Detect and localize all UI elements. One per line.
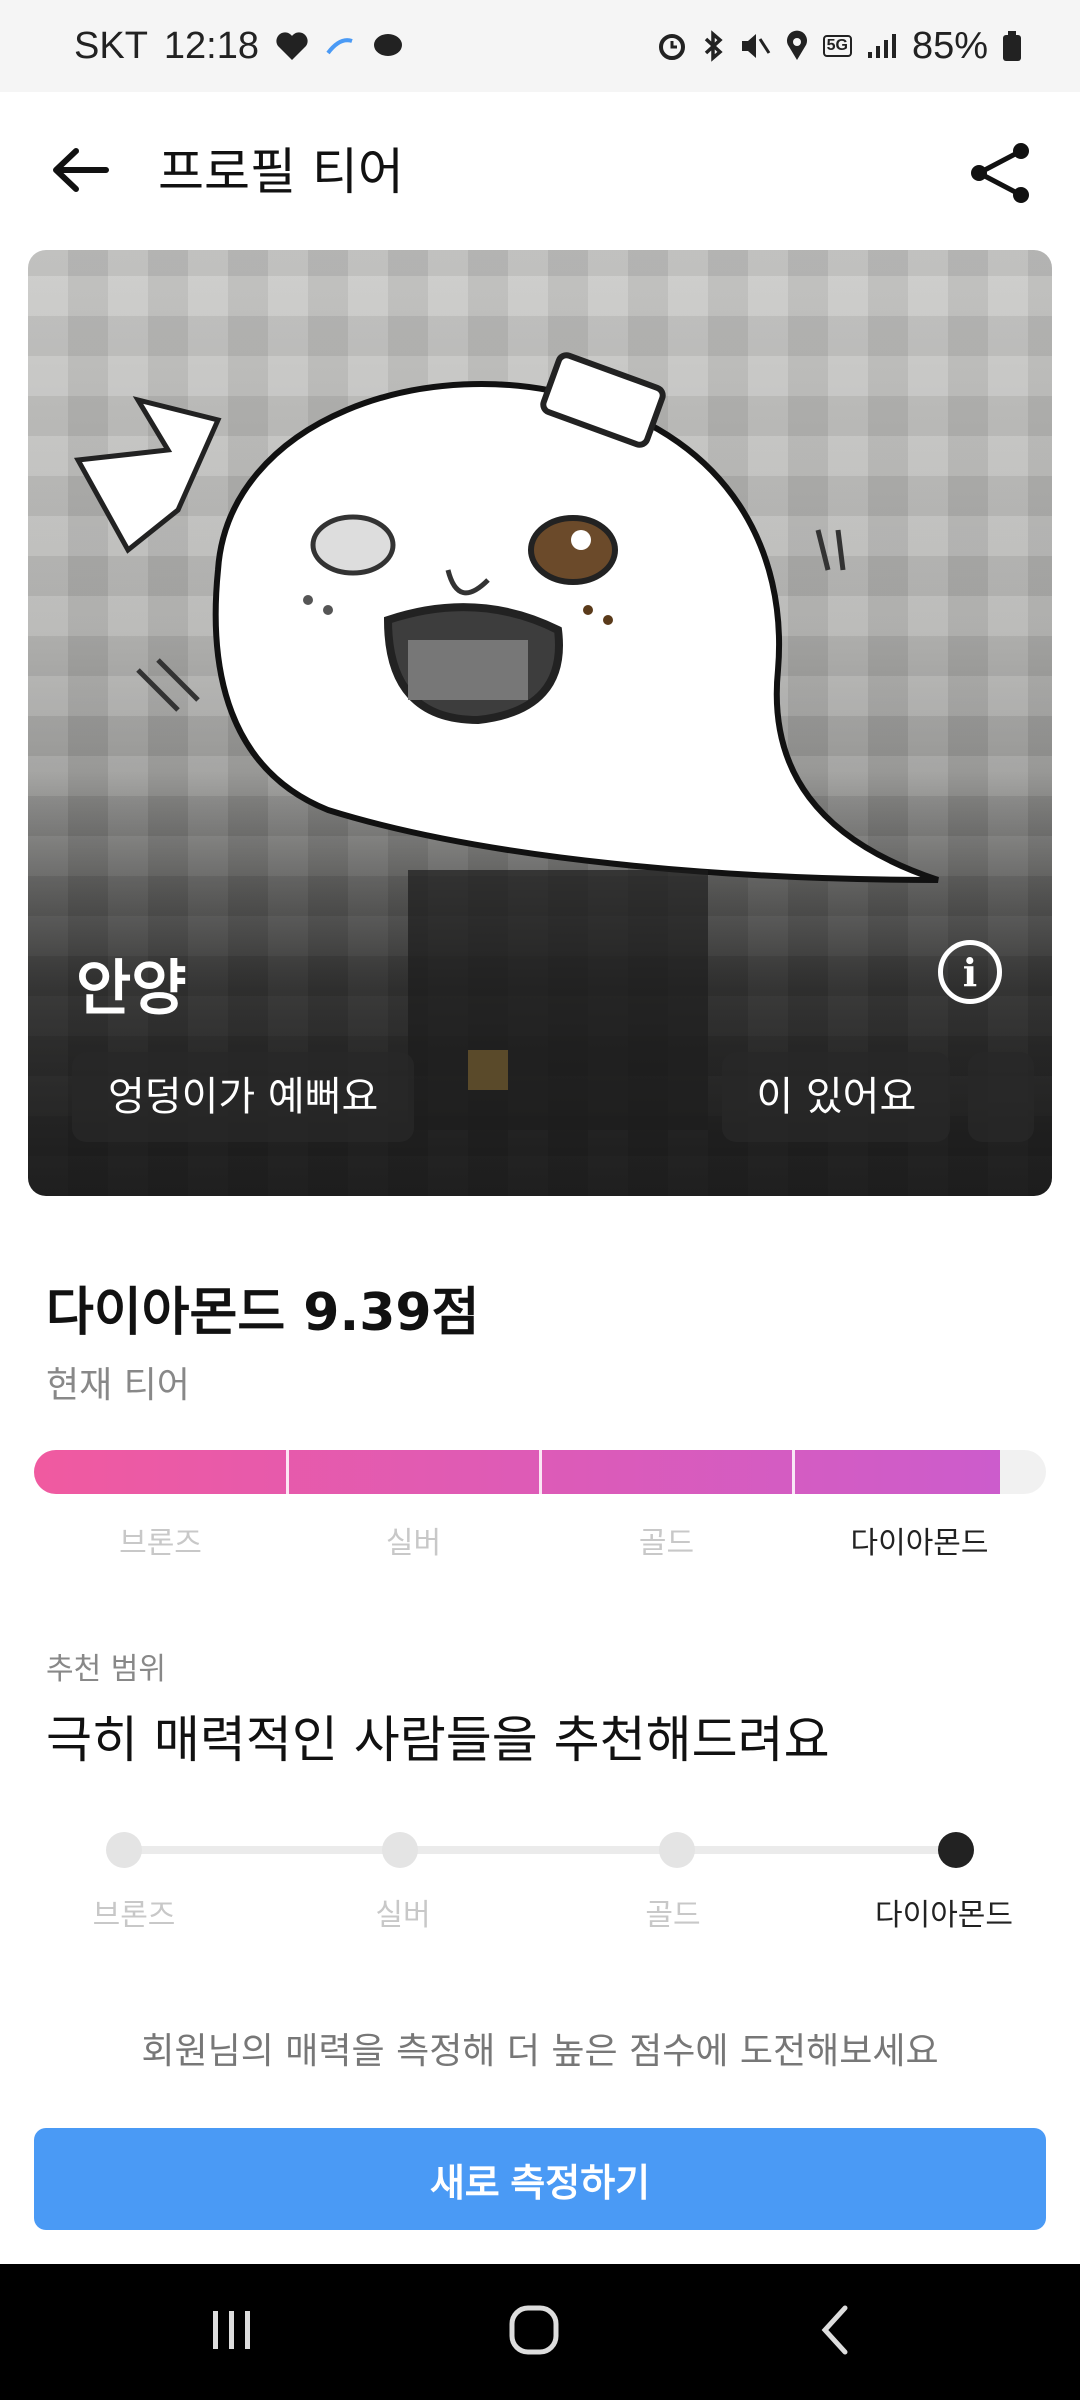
tier-level-label: 골드 bbox=[638, 1526, 695, 1561]
measure-again-button[interactable]: 새로 측정하기 bbox=[34, 2128, 1046, 2230]
tier-level-label: 실버 bbox=[385, 1526, 442, 1561]
network-badge: 5G bbox=[822, 35, 852, 57]
tier-level-label: 다이아몬드 bbox=[850, 1526, 989, 1561]
status-bar: SKT 12:18 5G 85% bbox=[0, 0, 1080, 92]
page-title: 프로필 티어 bbox=[158, 143, 404, 201]
range-step-label: 다이아몬드 bbox=[875, 1898, 1013, 1933]
notification-icon bbox=[325, 33, 355, 59]
tag-chip: 이 있어요 bbox=[722, 1052, 951, 1142]
range-step-dot[interactable] bbox=[106, 1832, 142, 1868]
clock-time: 12:18 bbox=[163, 24, 259, 67]
nav-back-icon bbox=[811, 2300, 861, 2364]
tag-chip: 엉덩이가 예뻐요 bbox=[72, 1052, 415, 1142]
arrow-left-icon bbox=[50, 145, 110, 199]
tier-progress-bar bbox=[34, 1450, 1046, 1494]
share-button[interactable] bbox=[958, 132, 1044, 218]
info-button[interactable]: i bbox=[938, 940, 1002, 1004]
tier-divider bbox=[792, 1450, 795, 1494]
recommend-range-label: 추천 범위 bbox=[46, 1652, 166, 1687]
signal-icon bbox=[866, 32, 898, 60]
range-step-label: 골드 bbox=[645, 1898, 701, 1933]
share-icon bbox=[969, 141, 1033, 209]
challenge-text: 회원님의 매력을 측정해 더 높은 점수에 도전해보세요 bbox=[141, 2031, 939, 2072]
bluetooth-icon bbox=[701, 30, 725, 62]
profile-card[interactable]: 안양 i 엉덩이가 예뻐요 이 있어요 bbox=[28, 250, 1052, 1196]
home-icon bbox=[504, 2300, 564, 2364]
mute-icon bbox=[739, 31, 771, 61]
range-step-dot[interactable] bbox=[659, 1832, 695, 1868]
recent-apps-icon bbox=[207, 2305, 257, 2359]
back-button[interactable] bbox=[40, 132, 120, 212]
home-button[interactable] bbox=[474, 2284, 594, 2380]
tier-progress-fill bbox=[34, 1450, 1001, 1494]
app-bar: 프로필 티어 bbox=[0, 92, 1080, 250]
range-step-label: 브론즈 bbox=[92, 1898, 176, 1933]
recommend-range-text: 극히 매력적인 사람들을 추천해드려요 bbox=[46, 1711, 830, 1769]
range-step-dot[interactable] bbox=[382, 1832, 418, 1868]
heart-icon bbox=[275, 31, 309, 61]
nav-back-button[interactable] bbox=[776, 2284, 896, 2380]
tier-level-label: 브론즈 bbox=[119, 1526, 202, 1561]
range-track bbox=[124, 1846, 956, 1854]
tier-score: 다이아몬드 9.39점 bbox=[46, 1283, 480, 1343]
location-icon bbox=[785, 30, 809, 62]
profile-tags: 엉덩이가 예뻐요 이 있어요 bbox=[72, 1052, 1035, 1142]
tier-level-labels: 브론즈 실버 골드 다이아몬드 bbox=[34, 1518, 1046, 1568]
range-step-dot-active[interactable] bbox=[938, 1832, 974, 1868]
tier-divider bbox=[286, 1450, 289, 1494]
ghost-sticker bbox=[73, 352, 939, 883]
system-nav-bar bbox=[0, 2264, 1080, 2400]
alarm-icon bbox=[657, 31, 687, 61]
current-tier-label: 현재 티어 bbox=[46, 1365, 190, 1406]
info-icon: i bbox=[962, 949, 978, 995]
battery-icon bbox=[1002, 30, 1022, 62]
carrier-label: SKT bbox=[74, 24, 148, 67]
recent-apps-button[interactable] bbox=[172, 2284, 292, 2380]
chat-icon bbox=[371, 31, 405, 61]
range-step-label: 실버 bbox=[375, 1898, 431, 1933]
battery-percent: 85% bbox=[911, 24, 988, 67]
profile-name: 안양 bbox=[76, 954, 187, 1024]
tier-divider bbox=[539, 1450, 542, 1494]
tag-chip-more bbox=[968, 1052, 1035, 1142]
